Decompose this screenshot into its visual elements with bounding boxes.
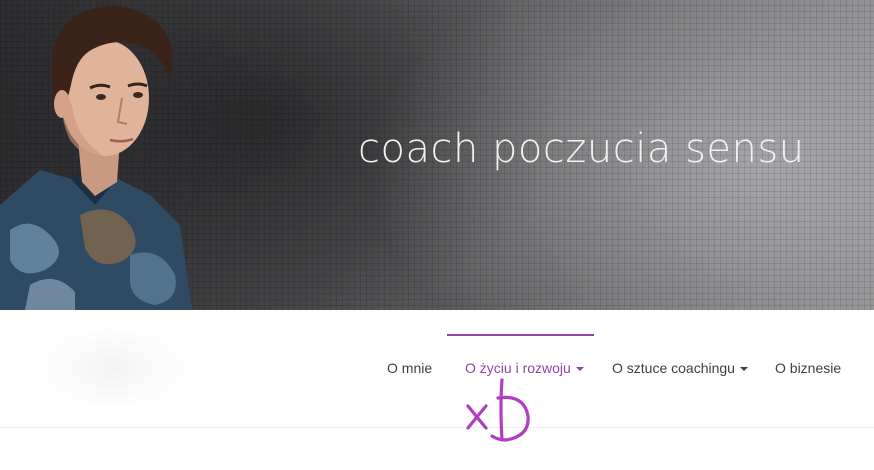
xd-doodle — [466, 378, 530, 442]
active-indicator — [447, 334, 594, 336]
nav-item-label: O sztuce coachingu — [612, 360, 735, 376]
divider — [0, 427, 874, 428]
main-navigation: O mnie O życiu i rozwoju O sztuce coachi… — [0, 334, 874, 404]
nav-item-label: O życiu i rozwoju — [465, 360, 571, 376]
profile-portrait — [0, 6, 192, 310]
nav-item-o-mnie[interactable]: O mnie — [387, 360, 432, 376]
site-tagline: coach poczucia sensu — [358, 126, 805, 172]
nav-item-o-biznesie[interactable]: O biznesie — [775, 360, 841, 376]
nav-item-o-sztuce-coachingu[interactable]: O sztuce coachingu — [612, 360, 748, 376]
header-banner: coach poczucia sensu — [0, 0, 874, 310]
nav-item-label: O mnie — [387, 360, 433, 376]
nav-item-o-zyciu-i-rozwoju[interactable]: O życiu i rozwoju — [465, 360, 584, 376]
nav-item-label: O biznesie — [775, 360, 842, 376]
chevron-down-icon — [575, 367, 584, 371]
chevron-down-icon — [739, 367, 748, 371]
